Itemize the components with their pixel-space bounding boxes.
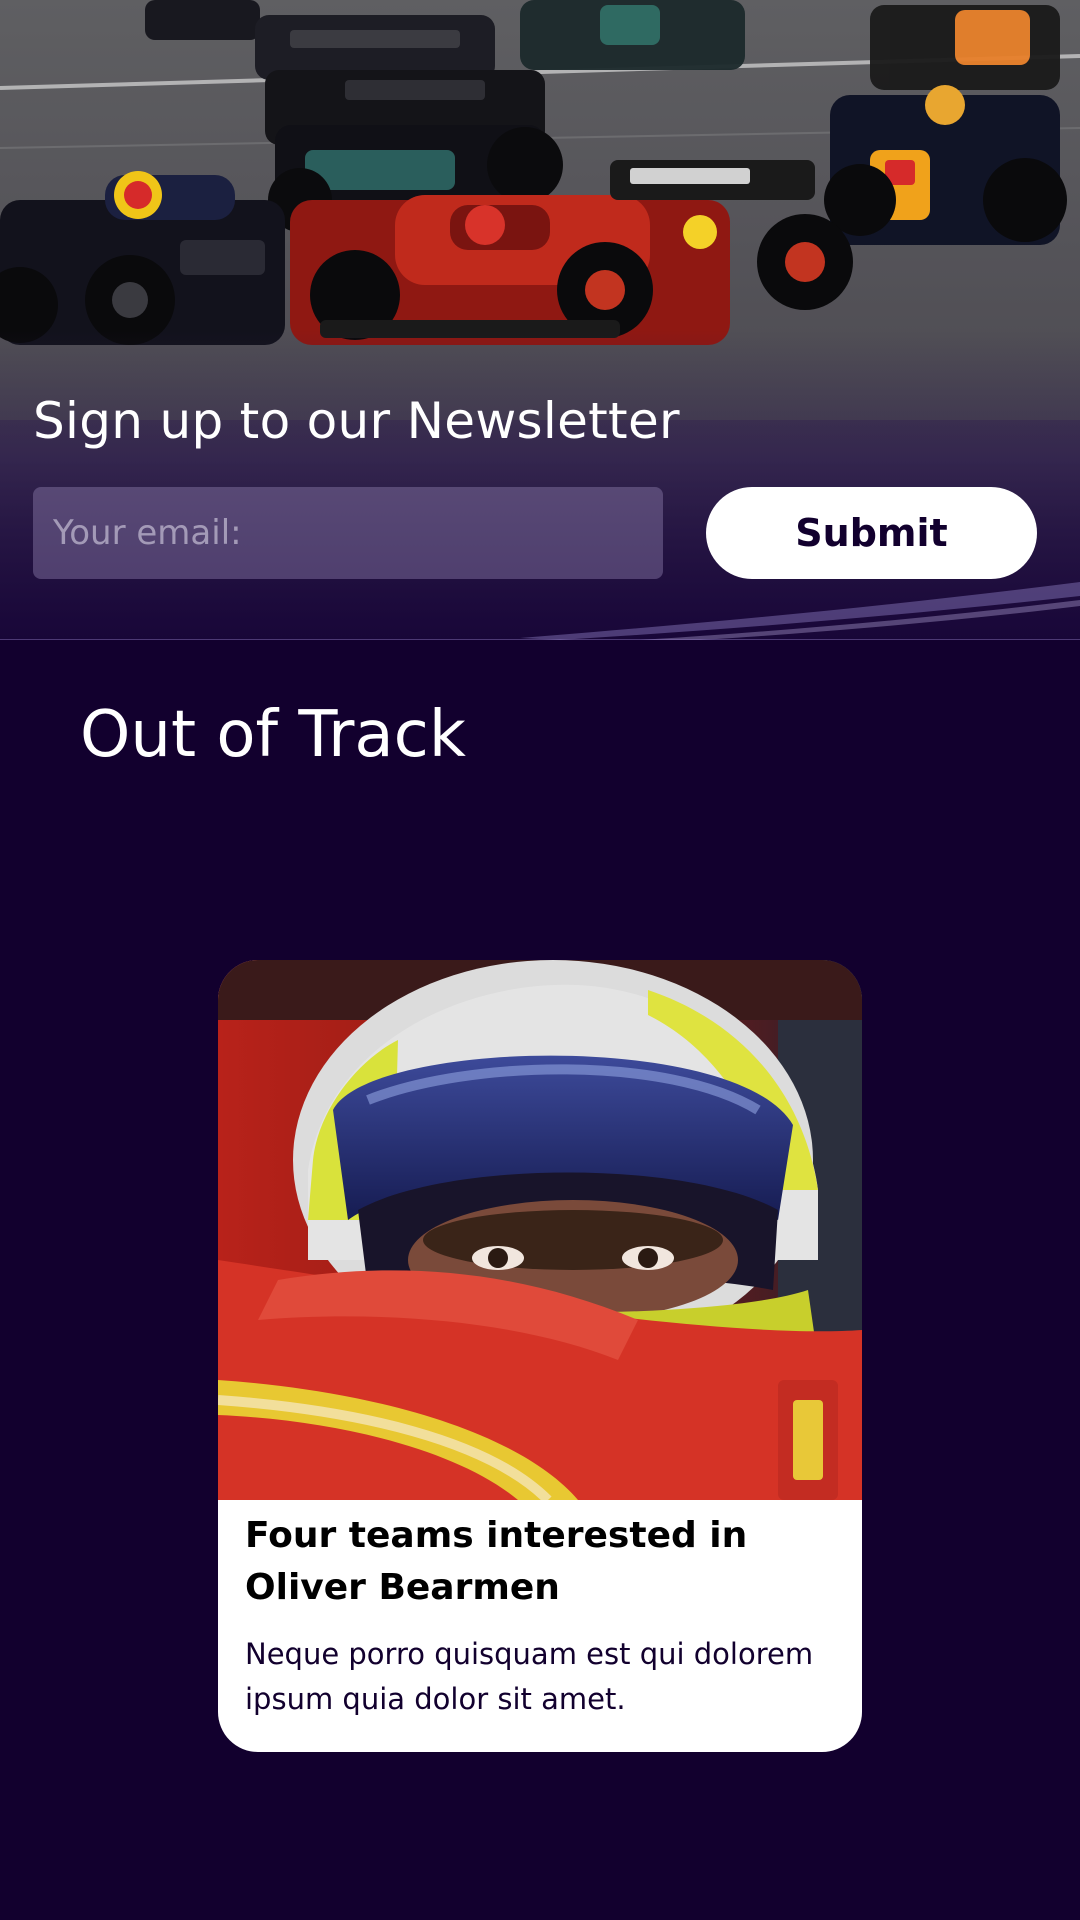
submit-button[interactable]: Submit — [706, 487, 1037, 579]
section-title: Out of Track — [80, 698, 466, 772]
email-field[interactable] — [33, 487, 663, 579]
article-excerpt: Neque porro quisquam est qui dolorem ips… — [245, 1637, 814, 1716]
article-card-body: Four teams interested in Oliver Bearmen … — [245, 1510, 845, 1722]
newsletter-title: Sign up to our Newsletter — [33, 392, 680, 450]
email-input[interactable] — [53, 487, 663, 579]
section-divider — [0, 639, 1080, 640]
article-card[interactable]: Four teams interested in Oliver Bearmen … — [218, 960, 862, 1752]
newsletter-hero: Sign up to our Newsletter Submit — [0, 0, 1080, 640]
driver-helmet-photo — [218, 960, 862, 1500]
article-headline[interactable]: Four teams interested in Oliver Bearmen — [245, 1510, 845, 1614]
